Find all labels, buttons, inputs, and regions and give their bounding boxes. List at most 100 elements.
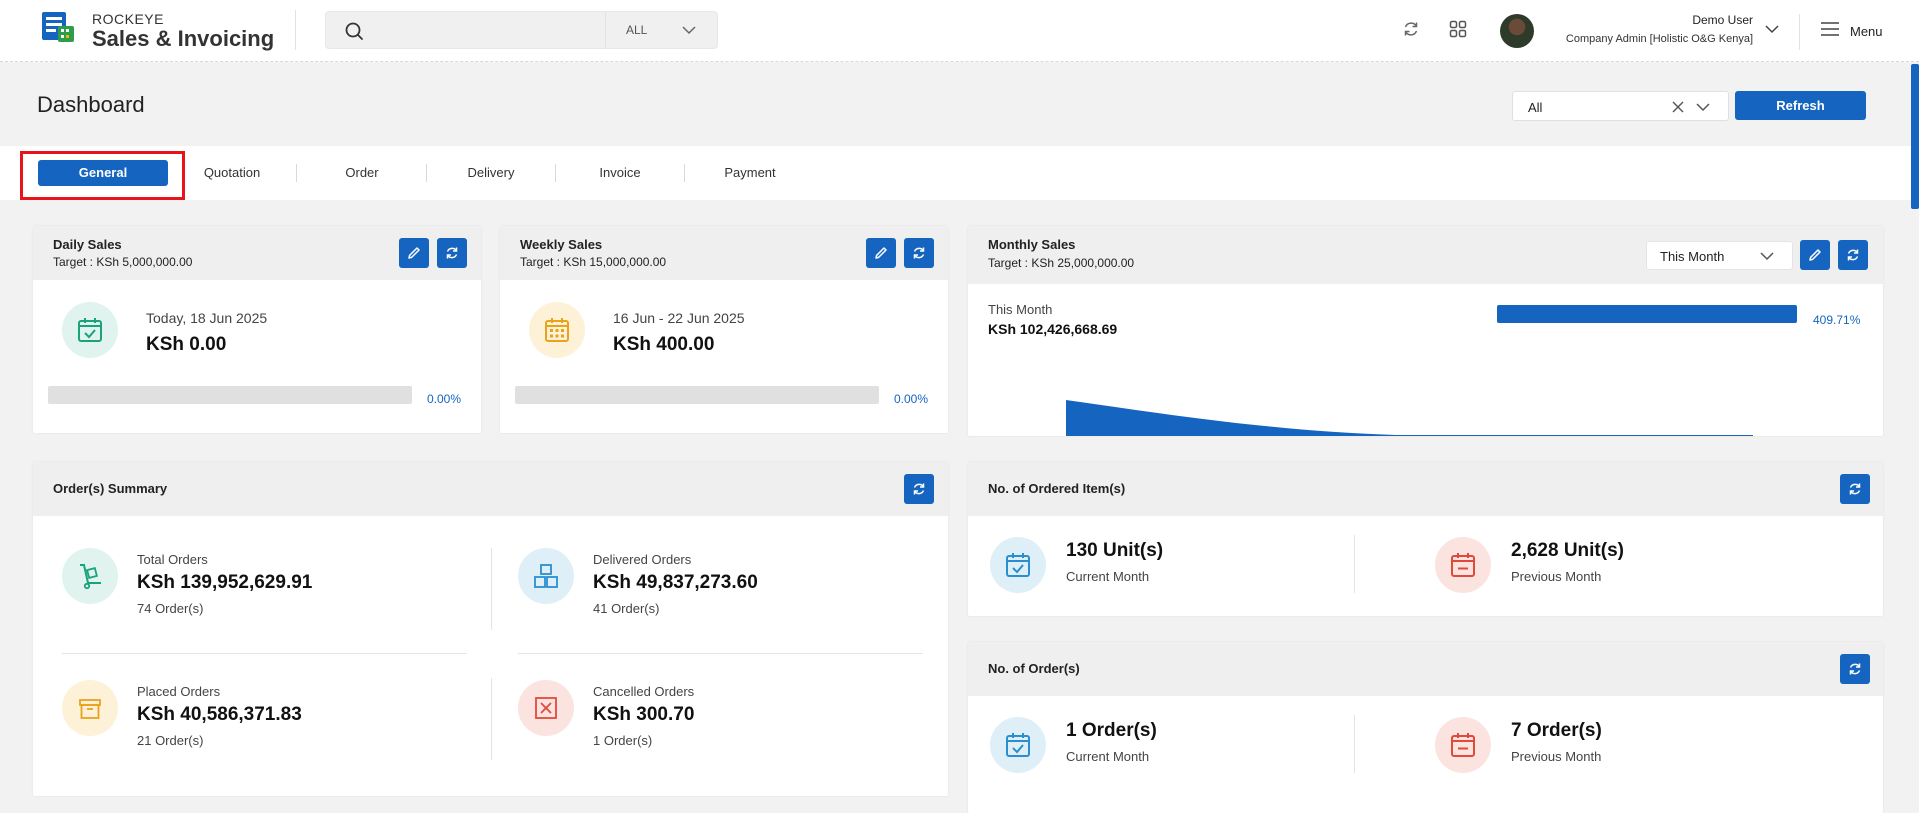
- refresh-card-button[interactable]: [1840, 474, 1870, 504]
- tab-delivery[interactable]: Delivery: [426, 160, 556, 186]
- period-value: This Month: [1660, 249, 1725, 264]
- previous-month-badge: [1435, 537, 1491, 593]
- current-month-badge: [990, 537, 1046, 593]
- brand-product: Sales & Invoicing: [92, 26, 275, 51]
- placed-orders-badge: [62, 680, 118, 736]
- edit-target-button[interactable]: [866, 238, 896, 268]
- card-title: Daily Sales: [53, 237, 122, 252]
- sync-icon[interactable]: [1401, 19, 1421, 39]
- sales-amount: KSh 102,426,668.69: [988, 321, 1118, 337]
- card-title: Order(s) Summary: [53, 481, 168, 496]
- target-percent: 0.00%: [427, 392, 462, 406]
- refresh-card-button[interactable]: [904, 238, 934, 268]
- user-name[interactable]: Demo User: [1692, 13, 1753, 27]
- sales-date: Today, 18 Jun 2025: [146, 310, 268, 326]
- sales-trend-area: [1066, 400, 1753, 436]
- clear-icon[interactable]: [1672, 101, 1684, 113]
- delivered-orders-badge: [518, 548, 574, 604]
- card-header: Order(s) Summary: [33, 462, 948, 516]
- user-role[interactable]: Company Admin [Holistic O&G Kenya]: [1566, 33, 1753, 45]
- tab-payment[interactable]: Payment: [685, 160, 815, 186]
- current-label: Current Month: [1066, 569, 1150, 584]
- pencil-icon: [1809, 249, 1821, 261]
- calendar-check-icon: [1006, 553, 1030, 577]
- column-divider: [1354, 535, 1355, 593]
- current-value: 130 Unit(s): [1066, 540, 1164, 561]
- brand-divider: [295, 10, 296, 50]
- selection-highlight: [20, 151, 185, 200]
- refresh-card-button[interactable]: [1840, 654, 1870, 684]
- calendar-minus-icon: [1451, 553, 1475, 577]
- previous-value: 2,628 Unit(s): [1511, 540, 1624, 561]
- edit-target-button[interactable]: [399, 238, 429, 268]
- calendar-check-icon: [78, 318, 102, 342]
- card-header: Weekly Sales Target : KSh 15,000,000.00: [500, 226, 948, 280]
- card-header: Monthly Sales Target : KSh 25,000,000.00…: [968, 226, 1883, 284]
- period-select[interactable]: This Month: [1646, 241, 1793, 270]
- weekly-sales-card: Weekly Sales Target : KSh 15,000,000.00 …: [500, 226, 948, 433]
- dashboard-tabs: General Quotation Order Delivery Invoice…: [0, 146, 1911, 200]
- row-divider: [62, 653, 467, 654]
- tab-invoice[interactable]: Invoice: [555, 160, 685, 186]
- column-divider: [491, 548, 492, 630]
- user-menu-chevron-icon[interactable]: [1765, 25, 1779, 34]
- tab-quotation[interactable]: Quotation: [167, 160, 297, 186]
- card-header: No. of Order(s): [968, 642, 1883, 696]
- user-avatar[interactable]: [1500, 14, 1534, 48]
- calendar-minus-icon: [1451, 733, 1475, 757]
- calendar-check-icon: [1006, 733, 1030, 757]
- hamburger-menu-icon[interactable]: [1821, 22, 1839, 36]
- target-percent: 0.00%: [894, 392, 929, 406]
- search-scope-select[interactable]: ALL: [605, 12, 717, 48]
- column-divider: [491, 678, 492, 760]
- refresh-icon: [1847, 249, 1859, 261]
- refresh-icon: [1849, 483, 1861, 495]
- page-scrollbar[interactable]: [1911, 64, 1919, 209]
- sales-target: Target : KSh 5,000,000.00: [53, 255, 193, 269]
- current-label: Current Month: [1066, 749, 1150, 764]
- card-title: Monthly Sales: [988, 237, 1076, 252]
- orders-count-card: No. of Order(s) 1 Order(s) Current Month…: [968, 642, 1883, 813]
- daily-sales-card: Daily Sales Target : KSh 5,000,000.00 To…: [33, 226, 481, 433]
- current-month-badge: [990, 717, 1046, 773]
- summary-amount: KSh 139,952,629.91: [137, 572, 313, 593]
- filter-value: All: [1528, 100, 1543, 115]
- ordered-items-card: No. of Ordered Item(s) 130 Unit(s) Curre…: [968, 462, 1883, 616]
- summary-label: Delivered Orders: [593, 552, 692, 567]
- card-header: Daily Sales Target : KSh 5,000,000.00: [33, 226, 481, 280]
- edit-target-button[interactable]: [1800, 240, 1830, 270]
- refresh-icon: [446, 247, 458, 259]
- previous-label: Previous Month: [1511, 569, 1602, 584]
- target-progress-bar: [1497, 305, 1797, 323]
- monthly-sales-card: Monthly Sales Target : KSh 25,000,000.00…: [968, 226, 1883, 436]
- app-logo-icon[interactable]: [40, 10, 78, 44]
- total-orders-badge: [62, 548, 118, 604]
- refresh-button[interactable]: Refresh: [1735, 91, 1866, 120]
- tab-order[interactable]: Order: [297, 160, 427, 186]
- row-divider: [518, 653, 923, 654]
- refresh-card-button[interactable]: [1838, 240, 1868, 270]
- global-search: ALL: [325, 11, 718, 49]
- period-label: This Month: [988, 302, 1053, 317]
- box-icon: [79, 699, 101, 719]
- menu-button[interactable]: Menu: [1850, 24, 1883, 39]
- refresh-icon: [913, 483, 925, 495]
- summary-label: Placed Orders: [137, 684, 221, 699]
- search-scope-value: ALL: [626, 23, 648, 37]
- chevron-down-icon: [682, 26, 696, 35]
- page-title: Dashboard: [37, 92, 145, 117]
- current-value: 1 Order(s): [1066, 720, 1157, 741]
- search-input[interactable]: [376, 17, 626, 45]
- card-title: No. of Ordered Item(s): [988, 481, 1126, 496]
- pencil-icon: [408, 247, 420, 259]
- company-filter-select[interactable]: All: [1512, 91, 1729, 121]
- calendar-check-badge: [62, 302, 118, 358]
- apps-grid-icon[interactable]: [1448, 19, 1468, 39]
- refresh-card-button[interactable]: [904, 474, 934, 504]
- card-header: No. of Ordered Item(s): [968, 462, 1883, 516]
- sales-target: Target : KSh 15,000,000.00: [520, 255, 667, 269]
- calendar-week-badge: [529, 302, 585, 358]
- search-icon[interactable]: [344, 21, 364, 41]
- refresh-card-button[interactable]: [437, 238, 467, 268]
- sales-target: Target : KSh 25,000,000.00: [988, 256, 1135, 270]
